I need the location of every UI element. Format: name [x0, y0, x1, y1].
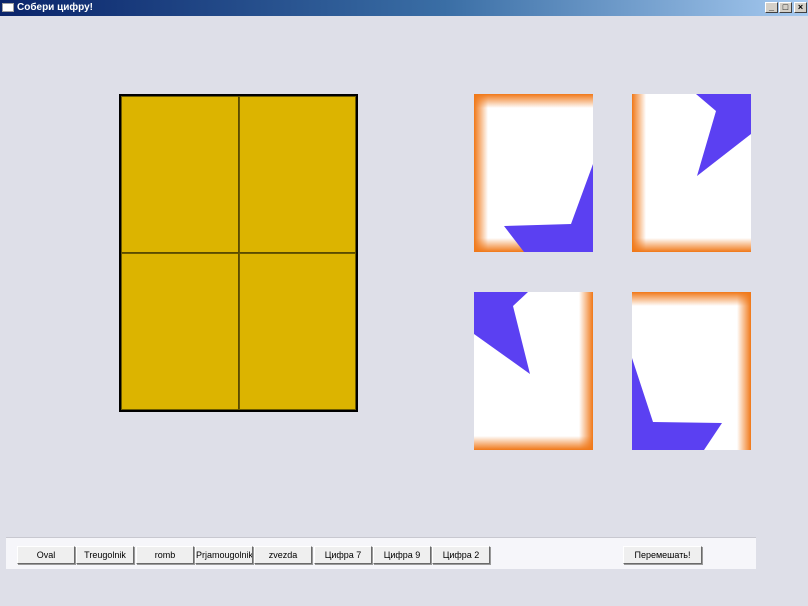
cifra-7-button[interactable]: Цифра 7: [314, 546, 372, 564]
close-icon: ×: [797, 2, 804, 12]
oval-button[interactable]: Oval: [17, 546, 75, 564]
window-icon: [2, 3, 14, 12]
piece-shape: [504, 164, 593, 252]
board-cell-top-left[interactable]: [121, 96, 239, 253]
zvezda-button[interactable]: zvezda: [254, 546, 312, 564]
puzzle-piece-1[interactable]: [474, 94, 593, 252]
minimize-button[interactable]: _: [765, 2, 778, 13]
shape-toolbar: Oval Treugolnik romb Prjamougolnik zvezd…: [6, 537, 756, 569]
shuffle-button[interactable]: Перемешать!: [623, 546, 702, 564]
board-cell-bottom-left[interactable]: [121, 253, 239, 410]
maximize-button[interactable]: □: [779, 2, 792, 13]
puzzle-piece-4[interactable]: [632, 292, 751, 450]
treugolnik-button[interactable]: Treugolnik: [76, 546, 134, 564]
app-window: Собери цифру! _ □ × Oval Treugolnik romb…: [0, 0, 808, 606]
piece-shape: [632, 358, 722, 450]
piece-fill-shape: [504, 164, 593, 252]
prjamougolnik-button[interactable]: Prjamougolnik: [195, 546, 253, 564]
piece-shape: [474, 292, 530, 374]
board-cell-bottom-right[interactable]: [238, 253, 356, 410]
board-cell-top-right[interactable]: [238, 96, 356, 253]
piece-shape: [696, 94, 751, 176]
title-bar[interactable]: Собери цифру! _ □ ×: [0, 0, 808, 16]
cifra-9-button[interactable]: Цифра 9: [373, 546, 431, 564]
close-button[interactable]: ×: [794, 2, 807, 13]
minimize-icon: _: [768, 2, 774, 12]
puzzle-piece-3[interactable]: [474, 292, 593, 450]
romb-button[interactable]: romb: [136, 546, 194, 564]
maximize-icon: □: [782, 2, 789, 12]
puzzle-piece-2[interactable]: [632, 94, 751, 252]
puzzle-board: [119, 94, 358, 412]
piece-fill-shape: [696, 94, 751, 176]
window-title: Собери цифру!: [17, 2, 94, 13]
piece-fill-shape: [632, 358, 722, 450]
cifra-2-button[interactable]: Цифра 2: [432, 546, 490, 564]
piece-fill-shape: [474, 292, 530, 374]
